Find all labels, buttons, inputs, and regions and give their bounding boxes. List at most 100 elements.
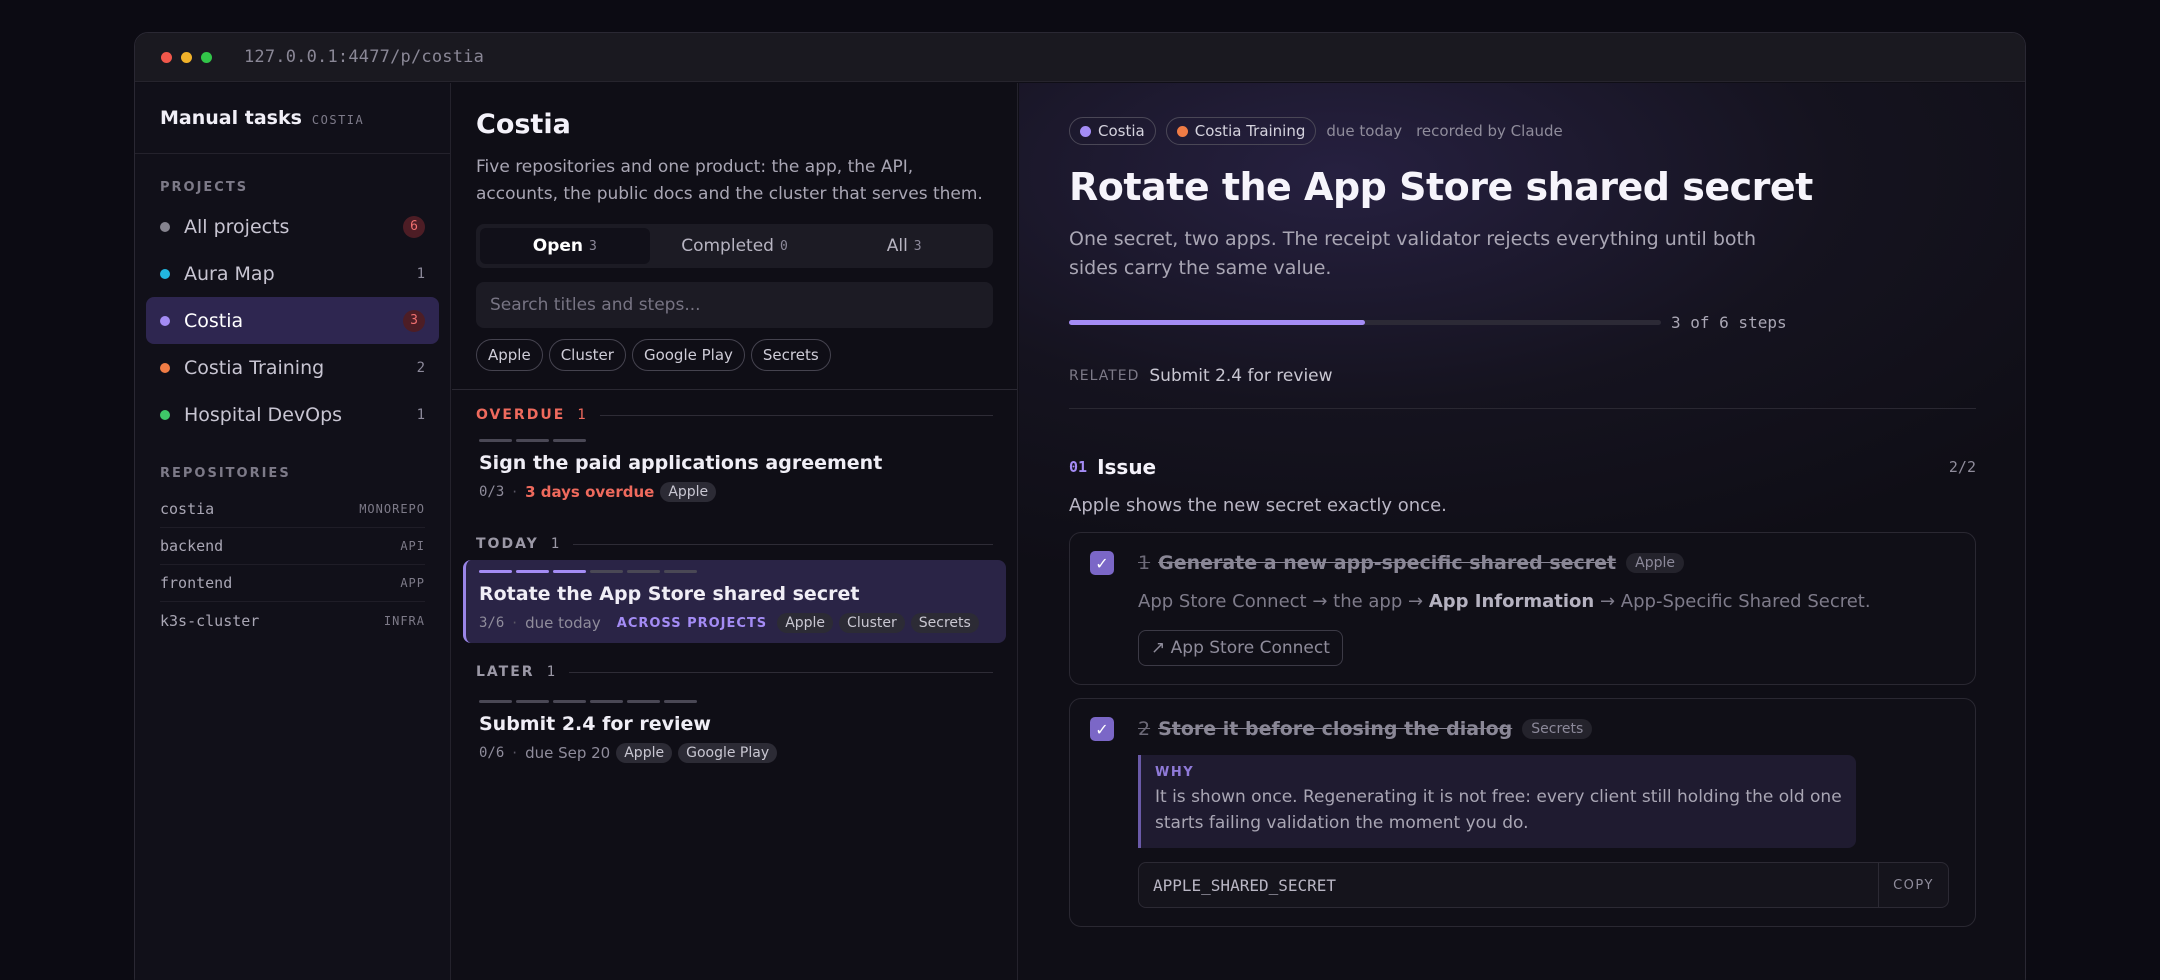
project-color-dot [1080, 125, 1091, 137]
repositories-label: REPOSITORIES [160, 466, 291, 481]
filter-chip-secrets[interactable]: Secrets [750, 339, 831, 371]
secret-name[interactable]: APPLE_SHARED_SECRET [1139, 876, 1878, 895]
open-app-store-connect-button[interactable]: ↗ App Store Connect [1138, 630, 1343, 666]
tab-open[interactable]: Open 3 [480, 228, 650, 264]
detail-meta-row: Costia Costia Training due today recorde… [1069, 117, 1977, 145]
step-checkbox[interactable]: ✓ [1090, 551, 1114, 575]
project-pill-costia-training[interactable]: Costia Training [1165, 117, 1317, 145]
group-header-today: TODAY 1 [452, 534, 1017, 554]
project-color-dot [1176, 125, 1188, 137]
repo-name: frontend [160, 574, 233, 592]
group-header-later: LATER 1 [452, 662, 1017, 682]
task-progress-segments [479, 700, 990, 703]
progress-segment [627, 570, 660, 573]
task-tag: Secrets [910, 613, 979, 633]
step-number: 1 [1138, 552, 1151, 574]
group-label: TODAY [476, 536, 539, 552]
tab-completed[interactable]: Completed 0 [650, 228, 820, 264]
group-count: 1 [577, 407, 586, 423]
group-label: OVERDUE [476, 407, 566, 423]
progress-segment [516, 570, 549, 573]
checkmark-icon: ✓ [1095, 553, 1109, 573]
sidebar-project-costia[interactable]: Costia 3 [146, 297, 439, 344]
related-task-link[interactable]: Submit 2.4 for review [1149, 366, 1332, 386]
step-checkbox[interactable]: ✓ [1090, 717, 1114, 741]
meta-separator: · [512, 483, 518, 501]
list-divider [452, 389, 1017, 390]
filter-chip-apple[interactable]: Apple [476, 339, 543, 371]
app-window: 127.0.0.1:4477/p/costia Manual tasks COS… [134, 32, 2026, 980]
project-color-dot [160, 268, 170, 279]
task-progress-segments [479, 570, 990, 573]
project-pill-label: Costia Training [1194, 122, 1306, 140]
sidebar-repo-frontend[interactable]: frontend APP [160, 565, 425, 602]
task-list-pane: Costia Five repositories and one product… [452, 83, 1018, 980]
detail-divider [1069, 408, 1976, 409]
tab-all-label: All [886, 236, 908, 256]
issue-title: Issue [1097, 455, 1157, 479]
title-bar: 127.0.0.1:4477/p/costia [135, 33, 2025, 82]
progress-segment [553, 439, 586, 442]
task-meta: 0/6 · due Sep 20 Apple Google Play [479, 743, 990, 763]
filter-chip-google-play[interactable]: Google Play [631, 339, 745, 371]
project-pill-costia[interactable]: Costia [1069, 117, 1156, 145]
filter-chips: Apple Cluster Google Play Secrets [476, 339, 993, 371]
progress-segment [516, 439, 549, 442]
task-tag: Cluster [839, 613, 905, 633]
copy-button[interactable]: COPY [1878, 863, 1948, 907]
progress-bar [1069, 320, 1661, 325]
task-item-paid-agreement[interactable]: Sign the paid applications agreement 0/3… [463, 429, 1006, 512]
project-description: Five repositories and one product: the a… [476, 157, 983, 204]
tab-open-label: Open [532, 236, 584, 256]
related-row: RELATED Submit 2.4 for review [1069, 366, 1977, 386]
brand-title: Manual tasks [160, 107, 302, 129]
task-detail-pane: Costia Costia Training due today recorde… [1019, 83, 2025, 980]
progress-segment [590, 700, 623, 703]
sidebar-project-hospital-devops[interactable]: Hospital DevOps 1 [146, 391, 439, 438]
repo-name: costia [160, 500, 215, 518]
task-meta: 0/3 · 3 days overdue Apple [479, 482, 990, 502]
sidebar-repo-costia[interactable]: costia MONOREPO [160, 491, 425, 528]
task-progress: 0/6 [479, 745, 505, 761]
step-number: 2 [1138, 718, 1151, 740]
task-detail-title: Rotate the App Store shared secret [1069, 165, 1813, 209]
task-meta: 3/6 · due today ACROSS PROJECTS Apple Cl… [479, 613, 990, 633]
sidebar-project-all-projects[interactable]: All projects 6 [146, 203, 439, 250]
task-item-rotate-secret[interactable]: Rotate the App Store shared secret 3/6 ·… [463, 560, 1006, 643]
filter-chip-cluster[interactable]: Cluster [548, 339, 626, 371]
sidebar-repo-backend[interactable]: backend API [160, 528, 425, 565]
repo-type: INFRA [383, 613, 425, 628]
sidebar-project-aura-map[interactable]: Aura Map 1 [146, 250, 439, 297]
progress-label: 3 of 6 steps [1671, 313, 1787, 332]
repo-name: backend [160, 537, 224, 555]
minimize-window-dot[interactable] [181, 51, 192, 63]
task-tag: Google Play [678, 743, 778, 763]
sidebar-project-costia-training[interactable]: Costia Training 2 [146, 344, 439, 391]
close-window-dot[interactable] [161, 51, 172, 63]
step-title: Generate a new app-specific shared secre… [1158, 552, 1617, 574]
step-card-2: ✓ 2 Store it before closing the dialog S… [1069, 698, 1976, 927]
step-card-1: ✓ 1 Generate a new app-specific shared s… [1069, 532, 1976, 685]
step-path-start: App Store Connect → the app → [1138, 591, 1424, 612]
task-progress: 0/3 [479, 484, 505, 500]
step-title: Store it before closing the dialog [1158, 718, 1513, 740]
sidebar-repo-k3s-cluster[interactable]: k3s-cluster INFRA [160, 602, 425, 639]
project-color-dot [160, 362, 170, 373]
sidebar: Manual tasks COSTIA PROJECTS All project… [135, 83, 451, 980]
task-tag: Apple [660, 482, 717, 502]
progress-segment [553, 700, 586, 703]
status-tabs: Open 3 Completed 0 All 3 [476, 224, 993, 268]
progress-segment [553, 570, 586, 573]
task-item-submit-review[interactable]: Submit 2.4 for review 0/6 · due Sep 20 A… [463, 690, 1006, 773]
task-title: Rotate the App Store shared secret [479, 583, 860, 605]
progress-segment [627, 700, 660, 703]
repo-type: API [400, 539, 425, 553]
project-color-dot [160, 409, 170, 420]
detail-due: due today [1326, 122, 1403, 140]
task-progress: 3/6 [479, 615, 505, 631]
sidebar-project-label: Costia Training [184, 356, 325, 379]
address-url[interactable]: 127.0.0.1:4477/p/costia [244, 47, 484, 67]
search-input[interactable] [476, 282, 993, 328]
tab-all[interactable]: All 3 [819, 228, 989, 264]
maximize-window-dot[interactable] [201, 51, 212, 63]
